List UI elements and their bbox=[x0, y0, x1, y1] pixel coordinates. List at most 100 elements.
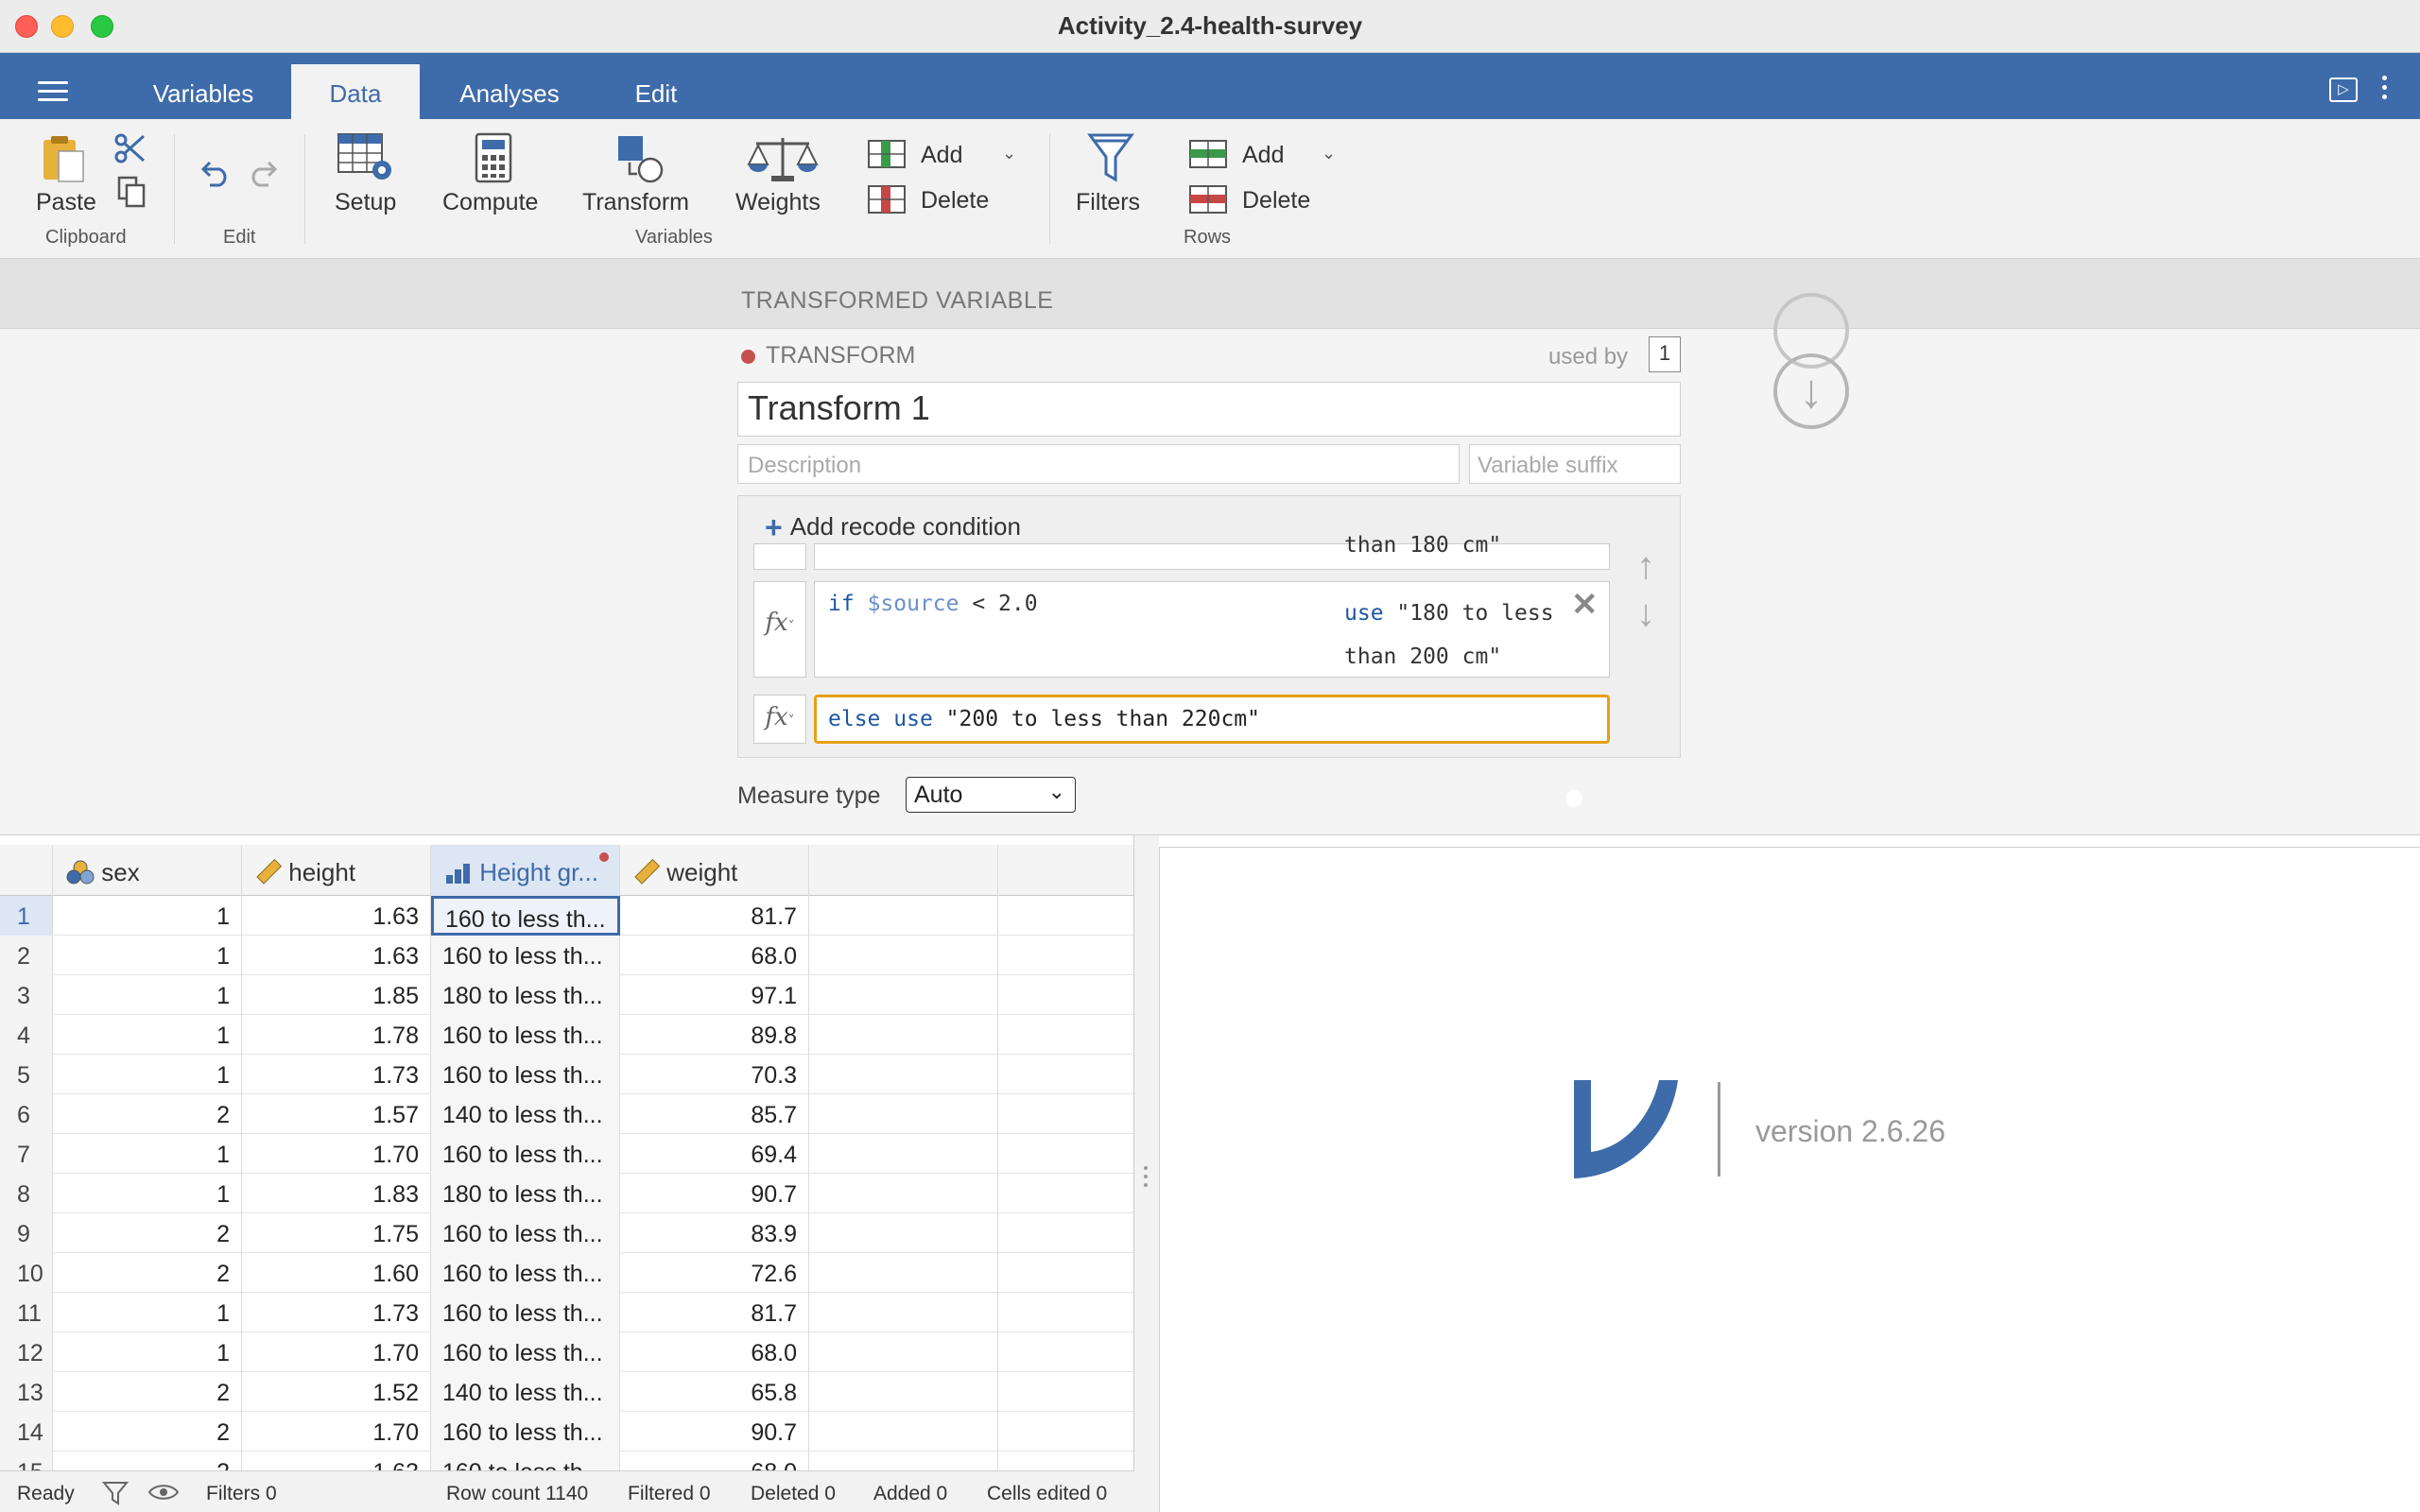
table-row[interactable]: 12 1 1.70 160 to less th... 68.0 bbox=[0, 1332, 1133, 1372]
cell-sex[interactable]: 1 bbox=[53, 1134, 242, 1174]
cell-empty[interactable] bbox=[809, 975, 998, 1015]
column-header-weight[interactable]: weight bbox=[620, 845, 809, 896]
cell-empty[interactable] bbox=[998, 1372, 1133, 1412]
table-row[interactable]: 1521.63160 to less th...68.0 bbox=[0, 1452, 1133, 1470]
cell-empty[interactable] bbox=[809, 1412, 998, 1452]
cell-empty[interactable] bbox=[998, 1293, 1133, 1332]
cell-height-group[interactable]: 160 to less th... bbox=[431, 1213, 620, 1253]
cell-height[interactable]: 1.70 bbox=[242, 1134, 431, 1174]
move-condition-up-icon[interactable]: ↑ bbox=[1636, 545, 1655, 588]
setup-icon[interactable] bbox=[337, 132, 397, 185]
cell-height-group[interactable]: 160 to less th... bbox=[431, 1253, 620, 1293]
table-row[interactable]: 9 2 1.75 160 to less th... 83.9 bbox=[0, 1213, 1133, 1253]
cell-weight[interactable]: 85.7 bbox=[620, 1094, 809, 1134]
else-condition-input[interactable]: else use "200 to less than 220cm" bbox=[814, 695, 1610, 744]
cell-weight[interactable]: 90.7 bbox=[620, 1412, 809, 1452]
table-row[interactable]: 7 1 1.70 160 to less th... 69.4 bbox=[0, 1134, 1133, 1174]
setup-button[interactable]: Setup bbox=[335, 189, 396, 216]
cell-weight[interactable]: 68.0 bbox=[620, 1332, 809, 1372]
add-row-button[interactable]: Add bbox=[1242, 142, 1284, 169]
transform-icon[interactable] bbox=[614, 132, 667, 185]
cell-empty[interactable] bbox=[809, 1452, 998, 1470]
paste-icon[interactable] bbox=[38, 132, 91, 185]
redo-icon[interactable] bbox=[246, 159, 278, 187]
cell-empty[interactable] bbox=[809, 1372, 998, 1412]
column-header-height-group[interactable]: Height gr... bbox=[431, 845, 620, 896]
table-row[interactable]: 6 2 1.57 140 to less th... 85.7 bbox=[0, 1094, 1133, 1134]
next-transform-arrow-icon[interactable]: ↓ bbox=[1773, 353, 1849, 429]
hamburger-menu-icon[interactable] bbox=[38, 81, 68, 102]
fx-function-button[interactable] bbox=[753, 543, 806, 570]
cell-height-group[interactable]: 140 to less th... bbox=[431, 1094, 620, 1134]
cell-empty[interactable] bbox=[809, 1015, 998, 1055]
description-input[interactable]: Description bbox=[737, 444, 1460, 484]
splitter-handle-icon[interactable] bbox=[1144, 1166, 1148, 1192]
cell-empty[interactable] bbox=[998, 1412, 1133, 1452]
variable-suffix-input[interactable]: Variable suffix bbox=[1469, 444, 1681, 484]
cell-sex[interactable]: 1 bbox=[53, 1332, 242, 1372]
delete-row-button[interactable]: Delete bbox=[1242, 187, 1310, 215]
cell-sex[interactable]: 2 bbox=[53, 1213, 242, 1253]
condition-use-value[interactable]: use "180 to less than 200 cm" bbox=[1344, 592, 1554, 679]
toggle-results-panel-icon[interactable]: ▷ bbox=[2329, 77, 2358, 102]
cell-empty[interactable] bbox=[998, 1055, 1133, 1094]
cell-empty[interactable] bbox=[998, 975, 1133, 1015]
table-row[interactable]: 5 1 1.73 160 to less th... 70.3 bbox=[0, 1055, 1133, 1094]
cell-weight[interactable]: 68.0 bbox=[620, 936, 809, 975]
cell-empty[interactable] bbox=[809, 1094, 998, 1134]
add-variable-dropdown-icon[interactable]: ⌄ bbox=[1002, 144, 1016, 163]
cell-weight[interactable]: 65.8 bbox=[620, 1372, 809, 1412]
cell-height-group[interactable]: 160 to less th... bbox=[431, 1412, 620, 1452]
cell-height-group[interactable]: 140 to less th... bbox=[431, 1372, 620, 1412]
cell-empty[interactable] bbox=[809, 936, 998, 975]
cell-empty[interactable] bbox=[998, 1094, 1133, 1134]
recode-condition-card[interactable]: if $source < 2.0 use "180 to less than 20… bbox=[814, 581, 1610, 678]
cell-height[interactable]: 1.75 bbox=[242, 1213, 431, 1253]
column-header-empty[interactable] bbox=[998, 845, 1133, 896]
transform-name-input[interactable]: Transform 1 bbox=[737, 382, 1681, 437]
table-row[interactable]: 8 1 1.83 180 to less th... 90.7 bbox=[0, 1174, 1133, 1213]
cell-empty[interactable] bbox=[809, 896, 998, 936]
cell-empty[interactable] bbox=[809, 1332, 998, 1372]
cell-height[interactable]: 1.60 bbox=[242, 1253, 431, 1293]
more-options-icon[interactable] bbox=[2378, 76, 2390, 106]
cell-sex[interactable]: 1 bbox=[53, 1293, 242, 1332]
cell-height-group[interactable]: 160 to less th... bbox=[431, 1015, 620, 1055]
column-header-height[interactable]: height bbox=[242, 845, 431, 896]
cell-sex[interactable]: 2 bbox=[53, 1094, 242, 1134]
cell-weight[interactable]: 72.6 bbox=[620, 1253, 809, 1293]
paste-button[interactable]: Paste bbox=[36, 189, 96, 216]
cell-weight[interactable]: 97.1 bbox=[620, 975, 809, 1015]
condition-expression[interactable]: if $source < 2.0 bbox=[828, 592, 1038, 616]
filters-funnel-icon[interactable] bbox=[1087, 132, 1134, 185]
cell-height-group[interactable]: 160 to less th... bbox=[431, 1452, 620, 1470]
cut-icon[interactable] bbox=[113, 132, 147, 164]
cell-empty[interactable] bbox=[998, 1253, 1133, 1293]
cell-weight[interactable]: 69.4 bbox=[620, 1134, 809, 1174]
weights-button[interactable]: Weights bbox=[735, 189, 821, 216]
transform-button[interactable]: Transform bbox=[582, 189, 689, 216]
cell-sex[interactable]: 1 bbox=[53, 896, 242, 936]
cell-height[interactable]: 1.70 bbox=[242, 1412, 431, 1452]
table-row[interactable]: 11 1 1.73 160 to less th... 81.7 bbox=[0, 1293, 1133, 1332]
table-row[interactable]: 4 1 1.78 160 to less th... 89.8 bbox=[0, 1015, 1133, 1055]
cell-height-group[interactable]: 160 to less th... bbox=[431, 1134, 620, 1174]
delete-variable-button[interactable]: Delete bbox=[921, 187, 989, 215]
cell-sex[interactable]: 1 bbox=[53, 1055, 242, 1094]
fx-function-button[interactable]: fx˅ bbox=[753, 581, 806, 678]
used-by-count[interactable]: 1 bbox=[1649, 336, 1681, 372]
filter-funnel-icon[interactable] bbox=[102, 1481, 129, 1505]
cell-empty[interactable] bbox=[809, 1134, 998, 1174]
cell-height-group[interactable]: 180 to less th... bbox=[431, 1174, 620, 1213]
cell-sex[interactable]: 2 bbox=[53, 1253, 242, 1293]
undo-icon[interactable] bbox=[200, 159, 233, 187]
table-row[interactable]: 2 1 1.63 160 to less th... 68.0 bbox=[0, 936, 1133, 975]
cell-empty[interactable] bbox=[998, 1452, 1133, 1470]
cell-empty[interactable] bbox=[998, 896, 1133, 936]
copy-icon[interactable] bbox=[117, 176, 147, 208]
table-row[interactable]: 10 2 1.60 160 to less th... 72.6 bbox=[0, 1253, 1133, 1293]
cell-height-group[interactable]: 180 to less th... bbox=[431, 975, 620, 1015]
cell-weight[interactable]: 70.3 bbox=[620, 1055, 809, 1094]
add-row-dropdown-icon[interactable]: ⌄ bbox=[1322, 144, 1336, 163]
cell-empty[interactable] bbox=[809, 1253, 998, 1293]
